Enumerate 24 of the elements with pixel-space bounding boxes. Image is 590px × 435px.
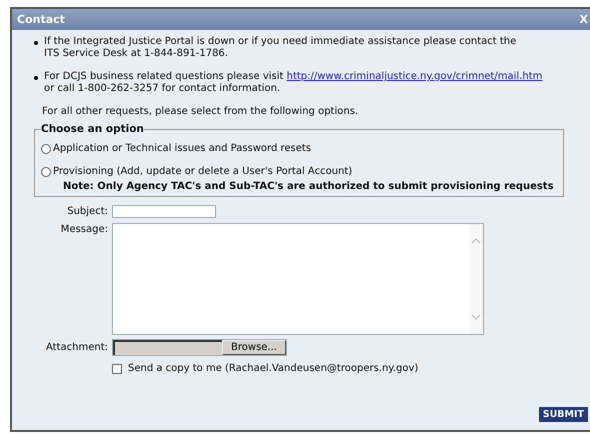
submit-button[interactable]: SUBMIT — [538, 407, 588, 422]
note-text: Note: Only Agency TAC's and Sub-TAC's are authorized to submit provisioning requests — [62, 181, 555, 192]
message-field[interactable] — [112, 223, 484, 335]
field-label: Attachment: — [45, 341, 108, 355]
window-title: Contact — [17, 13, 65, 26]
link[interactable]: http://www.criminaljustice.ny.gov/crimnet/mail.htm — [286, 71, 542, 82]
field-label: Message: — [60, 223, 108, 237]
notice-text: If the Integrated Justice Portal is down or if you need immediate assistance please contact the ITS Service Desk at 1-844-891-1786. — [44, 36, 518, 60]
browse-button[interactable]: Browse... — [222, 340, 286, 355]
checkbox[interactable] — [112, 364, 122, 374]
radio-button[interactable] — [41, 144, 51, 154]
scroll-down-icon[interactable] — [471, 314, 481, 320]
group-legend: Choose an option — [41, 123, 144, 135]
checkbox-label[interactable]: Send a copy to me (Rachael.Vandeusen@troopers.ny.gov) — [128, 363, 418, 374]
option-label[interactable]: Application or Technical issues and Password resets — [53, 143, 312, 154]
notice-text: For DCJS business related questions please visit http://www.criminaljustice.ny.gov/crimnet/mail.htm or call 1-800-262-3257 for contact information. — [44, 71, 544, 95]
scroll-up-icon[interactable] — [471, 238, 481, 244]
scrollbar[interactable] — [469, 224, 483, 334]
intro-text: For all other requests, please select from the following options. — [42, 106, 360, 117]
subject-field[interactable] — [112, 205, 216, 218]
file-field[interactable]: Browse... — [112, 339, 287, 356]
radio-button[interactable] — [41, 166, 51, 176]
field-label: Subject: — [66, 205, 108, 219]
option-label[interactable]: Provisioning (Add, update or delete a User's Portal Account) — [53, 166, 352, 177]
